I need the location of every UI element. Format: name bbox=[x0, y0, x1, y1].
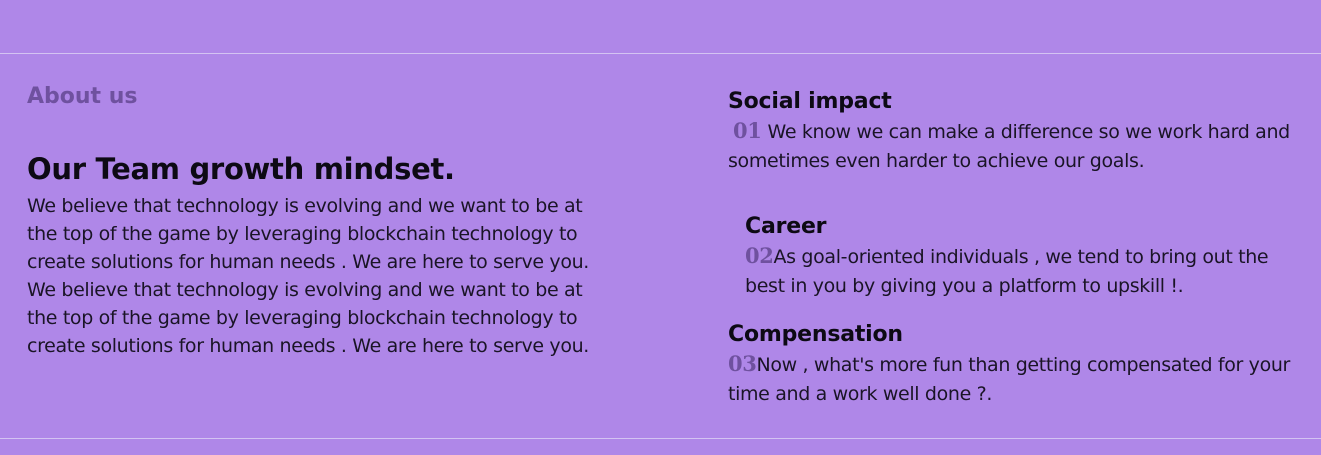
team-paragraph: We believe that technology is evolving a… bbox=[27, 279, 589, 357]
value-text: As goal-oriented individuals , we tend t… bbox=[745, 246, 1269, 297]
team-description: We believe that technology is evolving a… bbox=[27, 192, 617, 360]
value-text: Now , what's more fun than getting compe… bbox=[728, 354, 1291, 405]
value-number: 03 bbox=[728, 351, 757, 376]
value-item-social-impact: Social impact 01 We know we can make a di… bbox=[728, 88, 1308, 176]
about-label: About us bbox=[27, 84, 138, 109]
value-item-career: Career 02As goal-oriented individuals , … bbox=[745, 213, 1305, 301]
top-divider bbox=[0, 53, 1321, 54]
value-title: Social impact bbox=[728, 89, 892, 114]
value-number: 01 bbox=[733, 118, 762, 143]
team-heading: Our Team growth mindset. bbox=[27, 152, 455, 186]
team-paragraph: We believe that technology is evolving a… bbox=[27, 195, 589, 273]
value-title: Compensation bbox=[728, 322, 903, 347]
value-number: 02 bbox=[745, 243, 774, 268]
value-item-compensation: Compensation 03Now , what's more fun tha… bbox=[728, 321, 1308, 409]
value-title: Career bbox=[745, 214, 827, 239]
value-text: We know we can make a difference so we w… bbox=[728, 121, 1290, 172]
bottom-divider bbox=[0, 438, 1321, 439]
value-description: 02As goal-oriented individuals , we tend… bbox=[745, 241, 1305, 301]
value-description: 01 We know we can make a difference so we… bbox=[728, 116, 1308, 176]
value-description: 03Now , what's more fun than getting com… bbox=[728, 349, 1308, 409]
